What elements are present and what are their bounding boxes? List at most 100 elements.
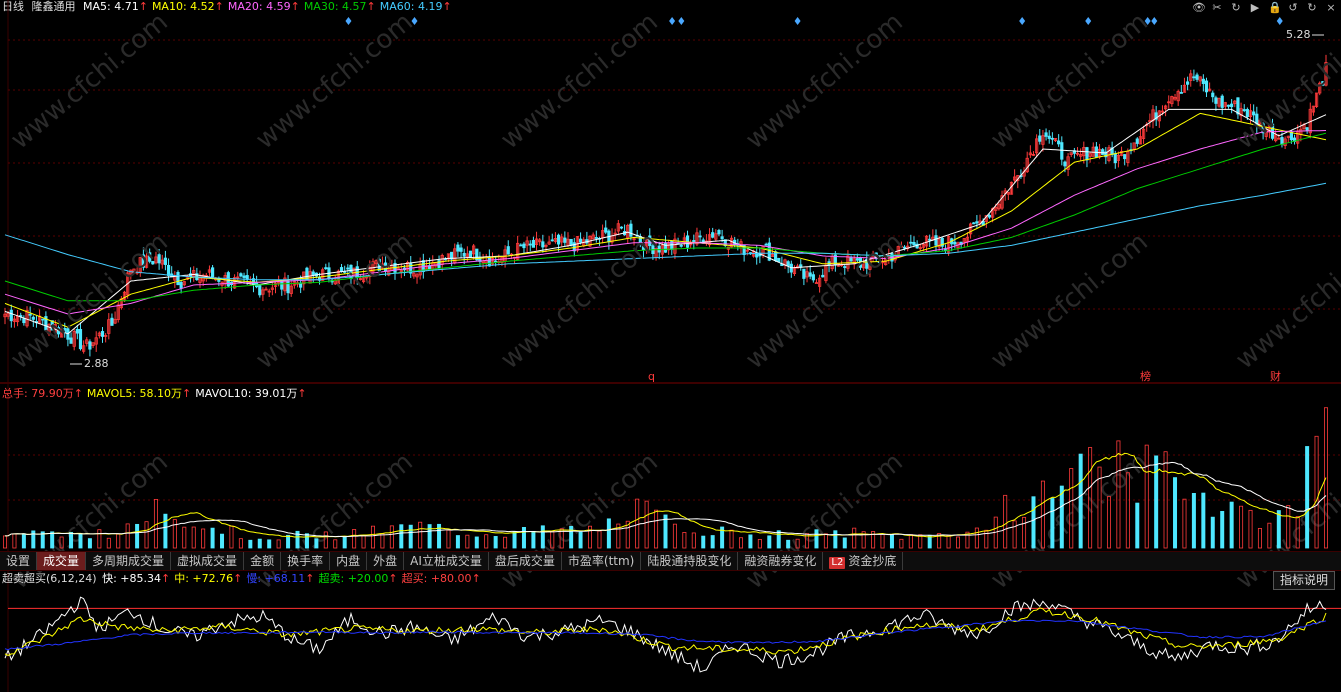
candle-body	[468, 250, 473, 258]
volume-bar	[163, 513, 168, 549]
volume-bar	[899, 538, 904, 549]
tab-11[interactable]: 陆股通持股变化	[641, 552, 739, 570]
volume-bar	[1191, 492, 1196, 549]
volume-legend: 总手: 79.90万↑ MAVOL5: 58.10万↑ MAVOL10: 39.01…	[2, 387, 311, 401]
watermark: www.cfchi.com	[1230, 227, 1341, 375]
volume-bar	[578, 531, 583, 549]
candle-body	[1220, 95, 1224, 108]
candle-body	[1113, 153, 1117, 164]
candle-body	[1047, 135, 1051, 139]
volume-bar	[1173, 477, 1178, 549]
signal-diamond	[669, 17, 676, 25]
candle-body	[210, 267, 215, 278]
indicator-line-1	[4, 607, 1327, 657]
indicator-legend-item: 中: +72.76↑	[174, 572, 243, 585]
volume-bar	[1059, 485, 1064, 549]
tab-4[interactable]: 金额	[244, 552, 282, 570]
volume-bar	[191, 526, 196, 549]
candle-body	[972, 222, 976, 225]
tab-6[interactable]: 内盘	[330, 552, 368, 570]
candle-body	[594, 237, 598, 239]
candle-body	[22, 318, 26, 324]
volume-bar	[503, 536, 508, 549]
tab-12[interactable]: 融资融券变化	[738, 552, 824, 570]
candle-body	[280, 281, 284, 290]
candle-body	[1214, 97, 1218, 104]
volume-bar	[606, 518, 611, 549]
candle-body	[456, 244, 460, 252]
candle-body	[808, 272, 812, 277]
candle-body	[975, 221, 979, 224]
candle-body	[69, 337, 73, 344]
volume-bar	[635, 498, 640, 549]
signal-diamond	[794, 17, 801, 25]
candle-body	[987, 214, 992, 218]
candle-body	[777, 257, 781, 263]
event-mark: q	[648, 370, 655, 383]
candle-body	[1186, 81, 1190, 85]
volume-bar	[852, 527, 857, 549]
watermark: www.cfchi.com	[250, 227, 419, 375]
volume-bar	[1257, 528, 1262, 549]
candle-body	[1192, 76, 1196, 79]
candle-body	[953, 241, 957, 245]
tab-10[interactable]: 市盈率(ttm)	[562, 552, 642, 570]
tab-7[interactable]: 外盘	[367, 552, 405, 570]
volume-bar	[1276, 510, 1281, 549]
indicator-legend-item-up-arrow: ↑	[305, 572, 315, 585]
candle-body	[487, 256, 491, 267]
tab-8[interactable]: AI立桩成交量	[404, 552, 489, 570]
volume-bar	[672, 523, 677, 549]
tab-1[interactable]: 成交量	[37, 552, 87, 570]
candle-body	[619, 226, 624, 229]
tab-2[interactable]: 多周期成交量	[86, 552, 172, 570]
volume-legend-item: MAVOL10: 39.01万↑	[195, 387, 307, 400]
candle-body	[78, 329, 83, 350]
volume-bar	[597, 530, 602, 549]
candle-body	[578, 238, 583, 243]
tab-3[interactable]: 虚拟成交量	[171, 552, 245, 570]
tab-5[interactable]: 换手率	[281, 552, 331, 570]
volume-bar	[370, 525, 375, 549]
volume-bar	[210, 527, 215, 549]
indicator-legend-item-up-arrow: ↑	[388, 572, 398, 585]
volume-bar	[493, 536, 498, 549]
volume-legend-item: MAVOL5: 58.10万↑	[86, 387, 192, 400]
candle-body	[176, 271, 180, 286]
volume-bar	[1239, 505, 1244, 549]
volume-bar	[1003, 494, 1008, 549]
candle-body	[166, 264, 171, 276]
candle-body	[720, 236, 724, 240]
volume-bar	[908, 534, 913, 549]
indicator-legend-item-up-arrow: ↑	[161, 572, 171, 585]
volume-bar	[1078, 453, 1083, 549]
volume-legend-item-up-arrow: ↑	[73, 387, 83, 400]
candle-body	[1242, 109, 1246, 112]
volume-bar	[814, 529, 819, 549]
event-mark: 财	[1270, 369, 1281, 383]
volume-bar	[918, 534, 923, 549]
candle-body	[717, 230, 721, 235]
candle-body	[811, 274, 815, 281]
watermark: www.cfchi.com	[5, 7, 174, 155]
volume-bar	[842, 537, 847, 549]
tab-l2-capital-bottom[interactable]: L2 资金抄底	[823, 552, 904, 570]
candle-body	[711, 232, 715, 238]
candle-body	[604, 227, 608, 233]
candle-body	[1201, 78, 1205, 84]
tab-9[interactable]: 盘后成交量	[489, 552, 562, 570]
volume-bar	[229, 525, 234, 549]
candle-body	[569, 238, 573, 246]
volume-bar	[248, 539, 253, 549]
tab-0[interactable]: 设置	[0, 552, 38, 570]
volume-bar	[408, 524, 413, 549]
volume-bar	[1050, 498, 1055, 549]
volume-bar	[465, 534, 470, 549]
volume-bar	[418, 521, 423, 549]
candle-body	[1038, 135, 1042, 142]
volume-bar	[1201, 492, 1206, 549]
indicator-explain-button[interactable]: 指标说明	[1272, 571, 1335, 590]
candle-body	[1135, 138, 1139, 144]
indicator-legend-item: 快: +85.34↑	[102, 572, 171, 585]
chart-canvas[interactable]: 5.282.88q 榜财www.cfchi.com www.cfchi.com www…	[0, 0, 1341, 692]
